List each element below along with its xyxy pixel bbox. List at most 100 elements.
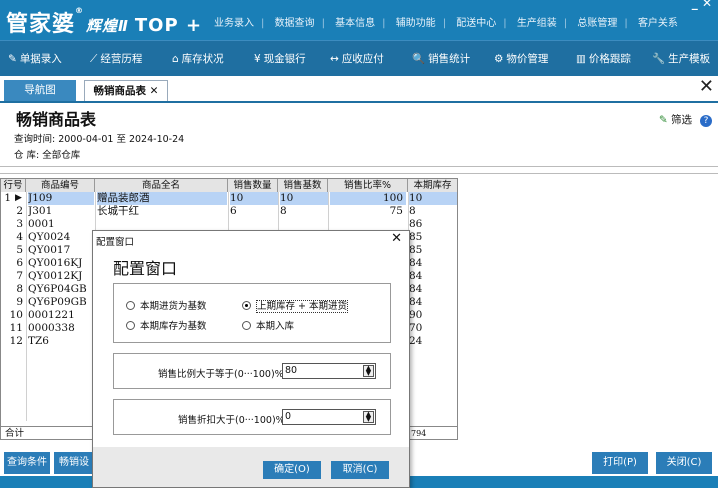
window-controls[interactable]: _ ✕ (692, 0, 712, 10)
base-options-group: 本期进货为基数 上期库存 + 本期进货 本期库存为基数 本期入库 (113, 283, 391, 343)
cell-stock: 70 (409, 322, 423, 334)
cell-no: 9 (16, 296, 23, 308)
cell-code: QY6P04GB (28, 283, 87, 295)
spinner-arrows-icon[interactable]: ▲ ▼ (363, 411, 374, 423)
cell-no: 5 (16, 244, 23, 256)
settings-button[interactable]: 畅销设 (54, 452, 94, 474)
col-header-code[interactable]: 商品编号 (26, 179, 95, 192)
cell-code: QY0024 (28, 231, 71, 243)
tab-bar: 导航图 畅销商品表 ✕ ✕ (0, 76, 718, 103)
cell-stock: 8 (409, 205, 416, 217)
toolbar-item-entry[interactable]: ✎ 单据录入 (8, 51, 62, 66)
toolbar-item-cash[interactable]: ¥ 现金银行 (254, 51, 306, 66)
cell-code: 0001 (28, 218, 55, 230)
cell-stock: 24 (409, 335, 423, 347)
tab-close-icon[interactable]: ✕ (150, 85, 159, 97)
page-title: 畅销商品表 (16, 110, 97, 129)
splitter[interactable] (0, 166, 718, 174)
toolbar-item-history[interactable]: ⟋ 经营历程 (90, 51, 142, 66)
col-header-base[interactable]: 销售基数 (278, 179, 328, 192)
toolbar-item-stock[interactable]: ⌂ 库存状况 (172, 51, 224, 66)
col-header-ratio[interactable]: 销售比率% (328, 179, 408, 192)
row-pointer-icon: ▶ (15, 193, 22, 203)
config-dialog: 配置窗口 ✕ 配置窗口 本期进货为基数 上期库存 + 本期进货 本期库存为基数 … (92, 230, 410, 488)
radio-circle (242, 321, 251, 330)
col-header-no[interactable]: 行号 (1, 179, 26, 192)
dialog-title: 配置窗口 (96, 237, 135, 248)
cell-qty: 6 (230, 205, 237, 217)
menu-item[interactable]: 生产组装 (517, 18, 557, 29)
chart-icon: ⟋ (90, 53, 98, 65)
grid-header: 行号 商品编号 商品全名 销售数量 销售基数 销售比率% 本期库存 (1, 179, 457, 192)
yen-icon: ¥ (254, 53, 261, 65)
table-row[interactable]: 2 J301 长城干红 6 8 75 8 (1, 205, 457, 218)
menu-item[interactable]: 基本信息 (335, 18, 375, 29)
ratio-spinner[interactable]: 80 ▲ ▼ (282, 363, 376, 379)
print-button[interactable]: 打印(P) (592, 452, 648, 474)
menu-item[interactable]: 客户关系 (638, 18, 678, 29)
query-conditions-button[interactable]: 查询条件 (4, 452, 50, 474)
toolbar-item-sales-stats[interactable]: 🔍 销售统计 (412, 51, 470, 66)
cell-base: 10 (280, 192, 328, 205)
col-header-stock[interactable]: 本期库存 (408, 179, 457, 192)
toolbar-item-template[interactable]: 🔧 生产模板 (652, 51, 710, 66)
toolbar: ✎ 单据录入 ⟋ 经营历程 ⌂ 库存状况 ¥ 现金银行 ↔ 应收应付 🔍 销售统计 ⚙ 物价管… (0, 40, 718, 76)
cell-no: 10 (9, 309, 23, 321)
filter-button[interactable]: ✎ 筛选? (659, 112, 712, 127)
cell-code: QY6P09GB (28, 296, 87, 308)
cell-no: 6 (16, 257, 23, 269)
cell-no: 12 (9, 335, 23, 347)
total-stock: 794 (411, 429, 427, 438)
discount-spinner[interactable]: 0 ▲ ▼ (282, 409, 376, 425)
cell-qty: 10 (230, 192, 278, 205)
close-icon[interactable]: ✕ (699, 76, 714, 97)
ratio-label: 销售比例大于等于(0···100)% (158, 369, 284, 380)
menu-item[interactable]: 配送中心 (456, 18, 496, 29)
cell-stock: 85 (409, 231, 423, 243)
toolbar-item-price-mgmt[interactable]: ⚙ 物价管理 (494, 51, 548, 66)
cell-code: QY0017 (28, 244, 71, 256)
toolbar-item-receivables[interactable]: ↔ 应收应付 (330, 51, 384, 66)
menu-item[interactable]: 总账管理 (577, 18, 617, 29)
col-header-name[interactable]: 商品全名 (95, 179, 228, 192)
dialog-close-icon[interactable]: ✕ (391, 231, 402, 246)
cell-no: 3 (16, 218, 23, 230)
cell-code: 0000338 (28, 322, 75, 334)
radio-stock-base[interactable]: 本期库存为基数 (126, 318, 207, 332)
radio-circle-selected (242, 301, 251, 310)
spinner-arrows-icon[interactable]: ▲ ▼ (363, 365, 374, 377)
cell-stock: 90 (409, 309, 423, 321)
warehouse-label: 仓 库: 全部仓库 (14, 150, 81, 161)
cell-code: J109 (28, 192, 94, 205)
cell-stock: 84 (409, 270, 423, 282)
cell-stock: 84 (409, 283, 423, 295)
cell-stock: 84 (409, 296, 423, 308)
radio-inbound[interactable]: 本期入库 (242, 318, 294, 332)
cell-no: 8 (16, 283, 23, 295)
cell-stock: 10 (409, 192, 457, 205)
help-icon[interactable]: ? (700, 115, 712, 127)
radio-circle (126, 321, 135, 330)
cell-name: 长城干红 (97, 205, 139, 217)
dialog-footer: 确定(O) 取消(C) (93, 447, 409, 487)
cell-base: 8 (280, 205, 287, 217)
ok-button[interactable]: 确定(O) (263, 461, 321, 479)
total-label: 合计 (5, 428, 25, 439)
close-button[interactable]: 关闭(C) (656, 452, 712, 474)
tab-nav[interactable]: 导航图 (4, 80, 76, 101)
radio-prev-stock-plus-purchase[interactable]: 上期库存 + 本期进货 (242, 298, 348, 313)
dialog-heading: 配置窗口 (113, 259, 178, 278)
toolbar-item-price-track[interactable]: ▥ 价格跟踪 (576, 51, 631, 66)
discount-group: 销售折扣大于(0···100)% 0 ▲ ▼ (113, 399, 391, 435)
cell-code: TZ6 (28, 335, 49, 347)
radio-purchase-base[interactable]: 本期进货为基数 (126, 298, 207, 312)
table-row[interactable]: 1 ▶ J109 赠品装郎酒 10 10 100 10 (1, 192, 457, 205)
col-header-qty[interactable]: 销售数量 (228, 179, 278, 192)
cancel-button[interactable]: 取消(C) (331, 461, 389, 479)
cell-code: QY0016KJ (28, 257, 83, 269)
menu-item[interactable]: 辅助功能 (396, 18, 436, 29)
tab-best-sellers[interactable]: 畅销商品表 ✕ (84, 80, 168, 101)
ratio-group: 销售比例大于等于(0···100)% 80 ▲ ▼ (113, 353, 391, 389)
menu-item[interactable]: 数据查询 (275, 18, 315, 29)
menu-item[interactable]: 业务录入 (214, 18, 254, 29)
